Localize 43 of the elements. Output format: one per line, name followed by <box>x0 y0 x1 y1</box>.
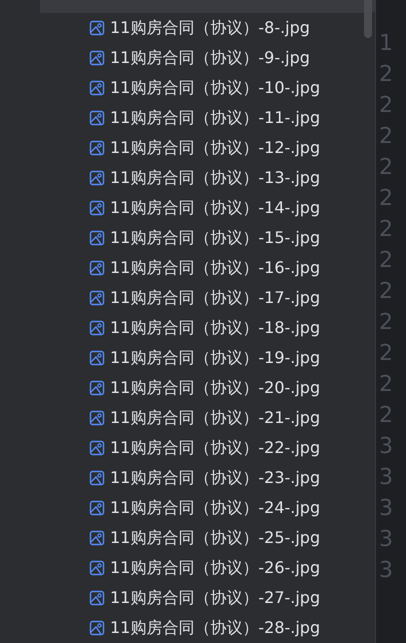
image-file-icon <box>89 140 105 156</box>
file-item[interactable]: 11购房合同（协议）-23-.jpg <box>0 463 375 493</box>
file-item[interactable]: 11购房合同（协议）-12-.jpg <box>0 133 375 163</box>
image-file-icon <box>89 260 105 276</box>
file-item[interactable]: 11购房合同（协议）-21-.jpg <box>0 403 375 433</box>
file-item[interactable]: 11购房合同（协议）-10-.jpg <box>0 73 375 103</box>
file-item[interactable]: 11购房合同（协议）-15-.jpg <box>0 223 375 253</box>
scrollbar-thumb[interactable] <box>364 0 372 38</box>
image-file-icon <box>89 620 105 636</box>
file-item[interactable]: 11购房合同（协议）-8-.jpg <box>0 13 375 43</box>
image-file-icon <box>89 20 105 36</box>
file-item[interactable]: 11购房合同（协议）-19-.jpg <box>0 343 375 373</box>
file-item[interactable]: 11购房合同（协议）-16-.jpg <box>0 253 375 283</box>
image-file-icon <box>89 410 105 426</box>
image-file-icon <box>89 590 105 606</box>
file-item[interactable]: 11购房合同（协议）-28-.jpg <box>0 613 375 643</box>
image-file-icon <box>89 230 105 246</box>
file-item[interactable]: 11购房合同（协议）-18-.jpg <box>0 313 375 343</box>
file-item[interactable]: 11购房合同（协议）-24-.jpg <box>0 493 375 523</box>
file-item[interactable]: 11购房合同（协议）-22-.jpg <box>0 433 375 463</box>
file-item[interactable]: 11购房合同（协议）-9-.jpg <box>0 43 375 73</box>
image-file-icon <box>89 560 105 576</box>
file-item[interactable]: 11购房合同（协议）-13-.jpg <box>0 163 375 193</box>
file-item[interactable]: 11购房合同（协议）-20-.jpg <box>0 373 375 403</box>
image-file-icon <box>89 350 105 366</box>
file-item[interactable]: 11购房合同（协议）-25-.jpg <box>0 523 375 553</box>
image-file-icon <box>89 530 105 546</box>
image-file-icon <box>89 470 105 486</box>
image-file-icon <box>89 110 105 126</box>
file-item[interactable]: 11购房合同（协议）-14-.jpg <box>0 193 375 223</box>
image-file-icon <box>89 80 105 96</box>
image-file-icon <box>89 500 105 516</box>
image-file-icon <box>89 320 105 336</box>
image-file-icon <box>89 440 105 456</box>
file-item[interactable]: 11购房合同（协议）-26-.jpg <box>0 553 375 583</box>
image-file-icon <box>89 290 105 306</box>
image-file-icon <box>89 50 105 66</box>
file-item[interactable]: 11购房合同（协议）-27-.jpg <box>0 583 375 613</box>
file-item[interactable]: 11购房合同（协议）-17-.jpg <box>0 283 375 313</box>
image-file-icon <box>89 380 105 396</box>
file-item[interactable]: 11购房合同（协议）-11-.jpg <box>0 103 375 133</box>
image-file-icon <box>89 170 105 186</box>
image-file-icon <box>89 200 105 216</box>
